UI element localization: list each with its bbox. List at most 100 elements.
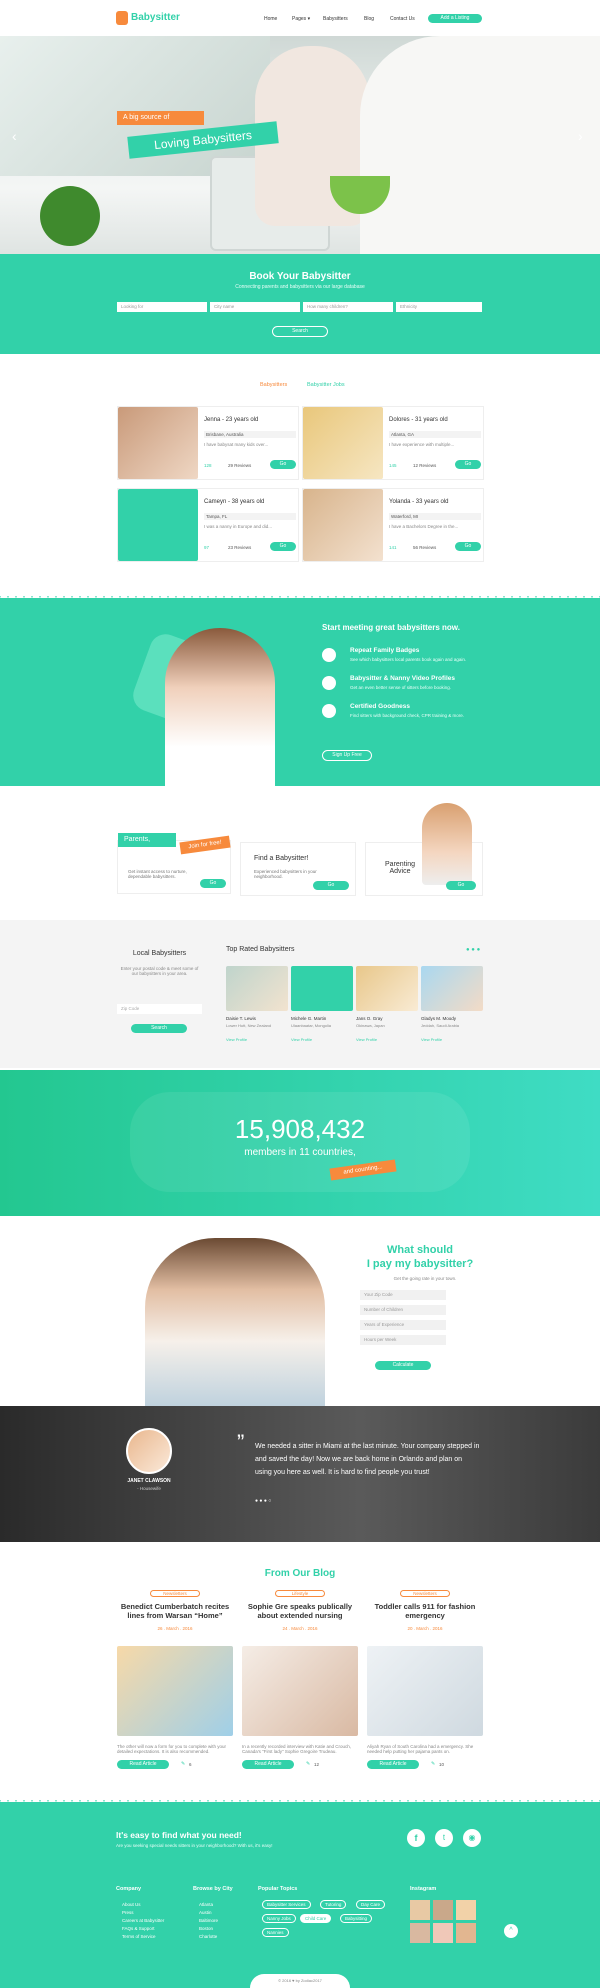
city-link[interactable]: Charlotte: [199, 1934, 217, 1939]
carousel-dots[interactable]: ● ● ●: [466, 947, 480, 953]
top-sitter-photo[interactable]: [291, 966, 353, 1011]
looking-for-select[interactable]: Looking for: [117, 302, 207, 312]
post-title[interactable]: Sophie Gre speaks publically about exten…: [242, 1602, 358, 1620]
instagram-photo[interactable]: [410, 1923, 430, 1943]
post-image[interactable]: [117, 1646, 233, 1736]
top-sitter-photo[interactable]: [356, 966, 418, 1011]
topic-tag[interactable]: Child Care: [300, 1914, 332, 1923]
experience-select[interactable]: Years of Experience: [360, 1320, 446, 1330]
view-profile-link[interactable]: View Profile: [356, 1037, 377, 1042]
company-link[interactable]: Terms of Service: [122, 1934, 156, 1939]
city-link[interactable]: Baltimore: [199, 1918, 218, 1923]
find-go-button[interactable]: Go: [313, 881, 349, 890]
tab-babysitters[interactable]: Babysitters: [260, 382, 287, 388]
sitter-photo: [303, 407, 383, 479]
instagram-photo[interactable]: [456, 1900, 476, 1920]
instagram-photo[interactable]: [410, 1900, 430, 1920]
post-category[interactable]: Newsletters: [400, 1590, 450, 1597]
nav-blog[interactable]: Blog: [364, 16, 374, 22]
children-select[interactable]: How many children?: [303, 302, 393, 312]
pay-title-1: What should: [387, 1244, 453, 1256]
company-link[interactable]: Press: [122, 1910, 134, 1915]
testimonial-dots[interactable]: ● ● ● ○: [255, 1498, 271, 1504]
company-link[interactable]: About Us: [122, 1902, 141, 1907]
tab-babysitter-jobs[interactable]: Babysitter Jobs: [307, 382, 345, 388]
sitter-card[interactable]: Cameyn - 38 years old Tampa, FL I was a …: [117, 488, 299, 562]
nav-home[interactable]: Home: [264, 16, 277, 22]
city-link[interactable]: Boston: [199, 1926, 213, 1931]
nav-babysitters[interactable]: Babysitters: [323, 16, 348, 22]
topic-tag[interactable]: Babysitter Services: [262, 1900, 311, 1909]
view-profile-link[interactable]: View Profile: [226, 1037, 247, 1042]
sitter-name[interactable]: Dolores - 31 years old: [389, 417, 448, 423]
instagram-photo[interactable]: [456, 1923, 476, 1943]
instagram-photo[interactable]: [433, 1923, 453, 1943]
back-to-top-icon[interactable]: ^: [504, 1924, 518, 1938]
post-image[interactable]: [242, 1646, 358, 1736]
add-listing-button[interactable]: Add a Listing: [428, 14, 482, 23]
video-icon: [322, 676, 336, 690]
parents-label: Parents,: [118, 833, 176, 847]
hero-next-arrow[interactable]: ›: [578, 128, 583, 144]
facebook-icon[interactable]: f: [407, 1829, 425, 1847]
feature-text: Get an even better sense of sitters befo…: [350, 685, 452, 690]
top-sitter-photo[interactable]: [421, 966, 483, 1011]
topic-tag[interactable]: Tutoring: [320, 1900, 347, 1909]
top-sitter-photo[interactable]: [226, 966, 288, 1011]
sitter-desc: I have a Bachelors Degree in the...: [389, 524, 459, 529]
read-article-button[interactable]: Read Article: [117, 1760, 169, 1769]
nav-contact[interactable]: Contact Us: [390, 16, 415, 22]
local-search-button[interactable]: Search: [131, 1024, 187, 1033]
instagram-photo[interactable]: [433, 1900, 453, 1920]
topic-tag[interactable]: Day Care: [356, 1900, 386, 1909]
ethnicity-select[interactable]: Ethnicity: [396, 302, 482, 312]
parents-go-button[interactable]: Go: [200, 879, 226, 888]
zip-code-input[interactable]: Zip Code: [117, 1004, 202, 1014]
topic-tag[interactable]: Babysitting: [340, 1914, 373, 1923]
sitter-go-button[interactable]: Go: [455, 460, 481, 469]
post-image[interactable]: [367, 1646, 483, 1736]
read-article-button[interactable]: Read Article: [367, 1760, 419, 1769]
city-select[interactable]: City name: [210, 302, 300, 312]
mother-image: [360, 36, 600, 254]
post-category[interactable]: Lifestyle: [275, 1590, 325, 1597]
post-category[interactable]: Newsletters: [150, 1590, 200, 1597]
sitter-card[interactable]: Yolanda - 33 years old Waterford, MI I h…: [302, 488, 484, 562]
hero-prev-arrow[interactable]: ‹: [12, 128, 17, 144]
calculate-button[interactable]: Calculate: [375, 1361, 431, 1370]
sitter-name[interactable]: Yolanda - 33 years old: [389, 499, 449, 505]
company-link[interactable]: Careers at Babysitter: [122, 1918, 164, 1923]
view-profile-link[interactable]: View Profile: [421, 1037, 442, 1042]
zip-input[interactable]: Your Zip Code: [360, 1290, 446, 1300]
sitter-card[interactable]: Jenna - 23 years old Brisbane, Australia…: [117, 406, 299, 480]
twitter-icon[interactable]: t: [435, 1829, 453, 1847]
advice-go-button[interactable]: Go: [446, 881, 476, 890]
sitter-card[interactable]: Dolores - 31 years old Atlanta, GA I hav…: [302, 406, 484, 480]
company-link[interactable]: FAQs & Support: [122, 1926, 155, 1931]
join-free-label[interactable]: Join for free!: [179, 835, 231, 855]
sitter-name[interactable]: Jenna - 23 years old: [204, 417, 258, 423]
sign-up-button[interactable]: Sign Up Free: [322, 750, 372, 761]
topic-tag[interactable]: Nannies: [262, 1928, 289, 1937]
nav-pages[interactable]: Pages ▾: [292, 16, 310, 22]
post-title[interactable]: Toddler calls 911 for fashion emergency: [367, 1602, 483, 1620]
children-select[interactable]: Number of Children: [360, 1305, 446, 1315]
sitter-name[interactable]: Cameyn - 38 years old: [204, 499, 264, 505]
sitter-go-button[interactable]: Go: [270, 460, 296, 469]
top-sitter-location: Jeddah, Saudi Arabia: [421, 1023, 460, 1028]
city-link[interactable]: Austin: [199, 1910, 212, 1915]
view-profile-link[interactable]: View Profile: [291, 1037, 312, 1042]
sitter-go-button[interactable]: Go: [455, 542, 481, 551]
logo-icon[interactable]: [116, 11, 128, 25]
sitter-desc: I have experience with multiple...: [389, 442, 455, 447]
read-article-button[interactable]: Read Article: [242, 1760, 294, 1769]
pencil-icon: ✎: [181, 1761, 186, 1767]
hours-select[interactable]: Hours per Week: [360, 1335, 446, 1345]
logo-text[interactable]: Babysitter: [131, 12, 180, 23]
post-title[interactable]: Benedict Cumberbatch recites lines from …: [117, 1602, 233, 1620]
topic-tag[interactable]: Nanny Jobs: [262, 1914, 296, 1923]
book-search-button[interactable]: Search: [272, 326, 328, 337]
city-link[interactable]: Atlanta: [199, 1902, 213, 1907]
rss-icon[interactable]: ◉: [463, 1829, 481, 1847]
sitter-go-button[interactable]: Go: [270, 542, 296, 551]
